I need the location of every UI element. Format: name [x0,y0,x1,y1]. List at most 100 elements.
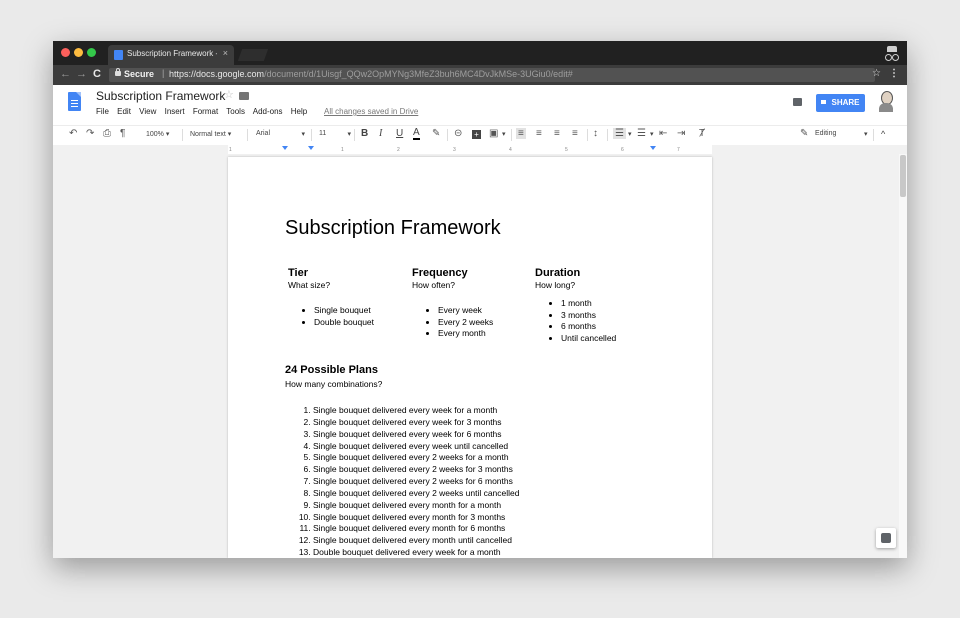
menu-format[interactable]: Format [193,107,218,116]
duration-heading: Duration [535,267,581,279]
list-item: Single bouquet delivered every week for … [313,405,520,417]
minimize-window-button[interactable] [74,48,83,57]
frequency-column: Frequency How often? Every week Every 2 … [412,267,530,340]
ruler-label: 7 [677,147,680,153]
caret-down-icon[interactable]: ▾ [864,130,868,138]
menu-tools[interactable]: Tools [226,107,245,116]
increase-indent-icon[interactable]: ⇥ [677,128,685,139]
comments-icon[interactable] [793,98,802,106]
caret-down-icon[interactable]: ▾ [650,130,654,138]
list-item: Double bouquet delivered every week for … [313,547,520,558]
list-item: 3 months [561,310,653,322]
ruler-label: 2 [397,147,400,153]
caret-down-icon: ▾ [227,131,232,138]
duration-column: Duration How long? 1 month 3 months 6 mo… [535,267,653,344]
frequency-heading: Frequency [412,267,468,279]
highlight-icon[interactable]: ✎ [432,128,440,139]
avatar[interactable] [878,91,894,113]
list-item: 1 month [561,298,653,310]
reload-button[interactable]: C [93,68,101,80]
browser-menu-icon[interactable]: ⋮ [889,68,899,79]
ruler[interactable]: 1 1 2 3 4 5 6 7 [53,145,907,154]
clear-formatting-icon[interactable]: Ⱦ [699,128,705,139]
document-title[interactable]: Subscription Framework [96,89,225,103]
maximize-window-button[interactable] [87,48,96,57]
list-item: Single bouquet delivered every month for… [313,523,520,535]
browser-tab-active[interactable]: Subscription Framework - Goo × [108,45,234,65]
list-item: Single bouquet delivered every month for… [313,500,520,512]
image-icon[interactable]: ▣ [489,128,498,139]
undo-icon[interactable]: ↶ [69,128,77,139]
decrease-indent-icon[interactable]: ⇤ [659,128,667,139]
bold-button[interactable]: B [361,128,368,139]
bulleted-list-icon[interactable]: ☰ [637,128,646,139]
list-item: Every week [438,305,530,317]
left-indent-marker[interactable] [282,146,288,150]
underline-button[interactable]: U [396,128,403,139]
list-item: Until cancelled [561,333,653,345]
share-button[interactable]: SHARE [816,94,865,112]
frequency-question: How often? [412,280,455,290]
line-spacing-icon[interactable]: ↕ [593,128,598,139]
save-status-link[interactable]: All changes saved in Drive [324,107,418,116]
lock-icon [115,68,121,76]
list-item: Single bouquet delivered every week unti… [313,441,520,453]
zoom-select[interactable]: 100% ▾ [146,130,169,138]
list-item: Single bouquet [314,305,406,317]
align-left-icon[interactable]: ≡ [516,128,526,139]
folder-icon[interactable] [239,92,249,100]
ruler-page-area [228,145,712,154]
document-page[interactable]: Subscription Framework Tier What size? S… [228,157,712,558]
menu-help[interactable]: Help [291,107,307,116]
menu-addons[interactable]: Add-ons [253,107,283,116]
list-item: Single bouquet delivered every 2 weeks f… [313,452,520,464]
numbered-list-icon[interactable]: ☰ [613,128,626,139]
redo-icon[interactable]: ↷ [86,128,94,139]
caret-down-icon: ▾ [301,131,305,138]
right-indent-marker[interactable] [650,146,656,150]
menu-bar: File Edit View Insert Format Tools Add-o… [96,107,313,116]
scrollbar[interactable] [899,154,907,558]
editing-mode-select[interactable]: Editing [815,130,836,137]
forward-button[interactable]: → [76,68,87,80]
tier-list: Single bouquet Double bouquet [288,305,406,328]
browser-window: Subscription Framework - Goo × ← → C Sec… [53,41,907,558]
url-input[interactable]: Secure | https://docs.google.com/documen… [109,68,875,82]
ruler-label: 1 [229,147,232,153]
align-center-icon[interactable]: ≡ [536,128,542,139]
first-line-indent-marker[interactable] [308,146,314,150]
bookmark-star-icon[interactable]: ☆ [872,68,881,79]
menu-view[interactable]: View [139,107,156,116]
print-icon[interactable]: ⎙ [103,128,111,139]
url-text: https://docs.google.com/document/d/1Uisg… [169,69,573,79]
italic-button[interactable]: I [379,128,382,139]
tier-question: What size? [288,280,331,290]
caret-down-icon[interactable]: ▾ [502,130,506,138]
text-color-button[interactable]: A [413,128,420,140]
list-item: Every 2 weeks [438,317,530,329]
menu-edit[interactable]: Edit [117,107,131,116]
frequency-list: Every week Every 2 weeks Every month [412,305,530,340]
tab-close-icon[interactable]: × [223,48,228,58]
docs-logo-icon[interactable] [68,92,81,111]
align-right-icon[interactable]: ≡ [554,128,560,139]
style-select[interactable]: Normal text ▾ [190,130,231,138]
font-size-select[interactable]: 11 ▾ [319,130,351,138]
menu-insert[interactable]: Insert [165,107,185,116]
paint-format-icon[interactable]: ¶ [120,128,125,139]
close-window-button[interactable] [61,48,70,57]
back-button[interactable]: ← [60,68,71,80]
justify-icon[interactable]: ≡ [572,128,578,139]
explore-button[interactable] [876,528,896,548]
comment-add-icon[interactable]: + [472,130,481,139]
collapse-menus-icon[interactable]: ^ [881,129,885,139]
font-select[interactable]: Arial ▾ [256,130,305,138]
star-icon[interactable]: ☆ [224,88,234,101]
address-bar: ← → C Secure | https://docs.google.com/d… [53,65,907,85]
new-tab-button[interactable] [237,49,269,61]
menu-file[interactable]: File [96,107,109,116]
scrollbar-thumb[interactable] [900,155,906,197]
duration-list: 1 month 3 months 6 months Until cancelle… [535,298,653,344]
caret-down-icon[interactable]: ▾ [628,130,632,138]
link-icon[interactable]: ⊝ [454,128,462,139]
